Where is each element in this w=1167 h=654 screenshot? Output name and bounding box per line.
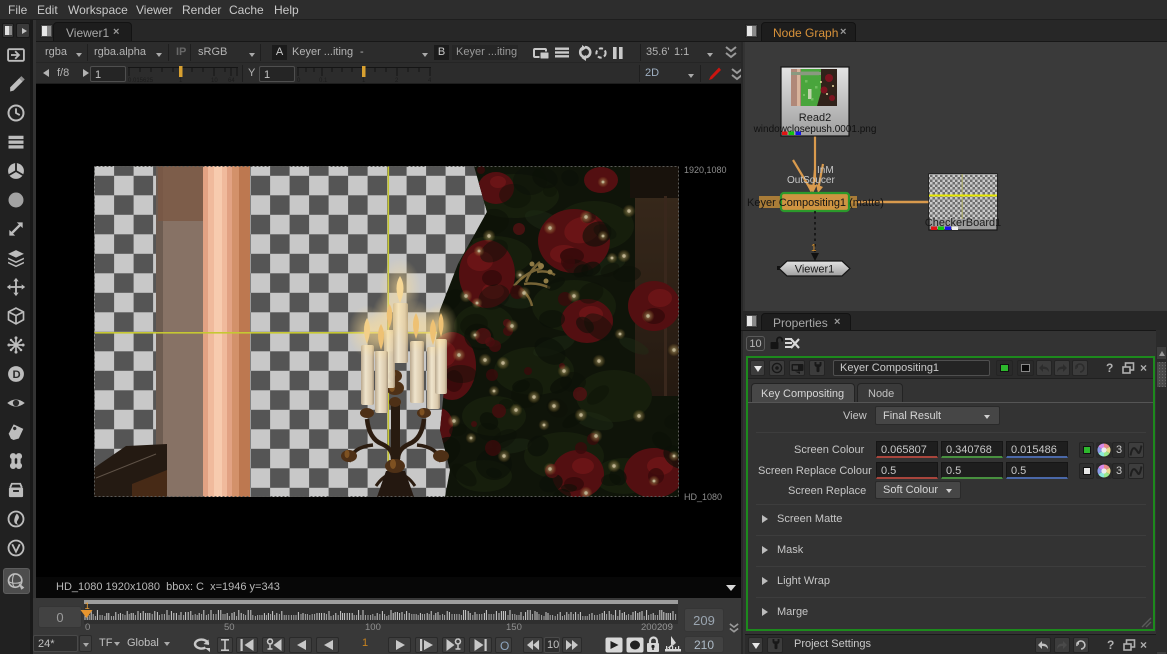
svg-text:windowclosepush.0001.png: windowclosepush.0001.png bbox=[753, 124, 877, 135]
svg-text:0: 0 bbox=[297, 78, 301, 83]
svg-text:HD_1080: HD_1080 bbox=[684, 492, 722, 502]
svg-text:OutSoucer: OutSoucer bbox=[787, 175, 835, 186]
svg-text:Viewer1: Viewer1 bbox=[795, 264, 835, 276]
svg-text:D: D bbox=[13, 369, 21, 381]
svg-text:2: 2 bbox=[395, 78, 399, 83]
svg-text:1: 1 bbox=[179, 78, 183, 83]
svg-text:1: 1 bbox=[362, 78, 366, 83]
svg-text:64: 64 bbox=[228, 78, 235, 83]
svg-text:0.015625: 0.015625 bbox=[128, 78, 154, 83]
svg-text:4: 4 bbox=[428, 78, 431, 83]
svg-text:10: 10 bbox=[211, 78, 218, 83]
svg-text:0.1: 0.1 bbox=[319, 78, 328, 83]
svg-text:1: 1 bbox=[811, 243, 817, 254]
svg-text:Read2: Read2 bbox=[799, 112, 831, 124]
svg-text:1920,1080: 1920,1080 bbox=[684, 165, 727, 175]
svg-text:Keyer Compositing1 (matte): Keyer Compositing1 (matte) bbox=[747, 197, 884, 209]
